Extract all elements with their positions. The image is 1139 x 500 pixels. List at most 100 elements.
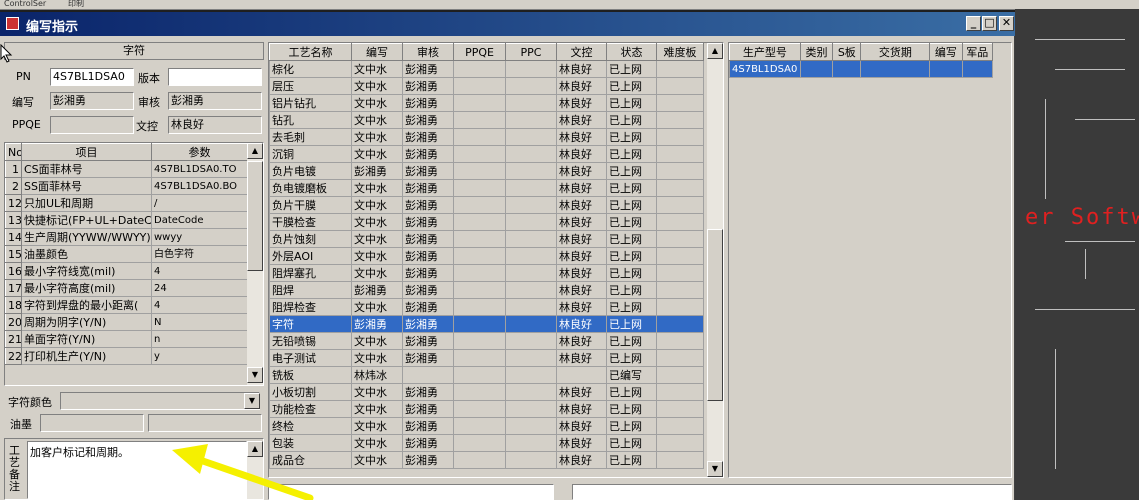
table-row[interactable]: 去毛刺 文中水 彭湘勇 林良好 已上网 [269, 128, 704, 146]
table-cell[interactable] [505, 94, 557, 112]
table-cell[interactable] [505, 383, 557, 401]
table-cell[interactable]: / [151, 194, 248, 212]
table-cell[interactable]: 已上网 [606, 247, 657, 265]
table-cell[interactable] [860, 60, 931, 78]
table-cell[interactable]: 小板切割 [269, 383, 352, 401]
table-cell[interactable]: 林良好 [556, 451, 607, 469]
table-cell[interactable]: 文中水 [351, 349, 403, 367]
table-cell[interactable]: 文中水 [351, 264, 403, 282]
table-cell[interactable] [505, 400, 557, 418]
table-cell[interactable]: 彭湘勇 [351, 315, 403, 333]
table-cell[interactable] [656, 281, 704, 299]
table-row[interactable]: 12 只加UL和周期 / [5, 194, 248, 212]
table-cell[interactable]: 负片蚀刻 [269, 230, 352, 248]
table-cell[interactable] [656, 417, 704, 435]
table-row[interactable]: 阻焊 彭湘勇 彭湘勇 林良好 已上网 [269, 281, 704, 299]
table-cell[interactable]: DateCode [151, 211, 248, 229]
table-cell[interactable]: 已上网 [606, 349, 657, 367]
table-cell[interactable] [656, 247, 704, 265]
table-row[interactable]: 功能检查 文中水 彭湘勇 林良好 已上网 [269, 400, 704, 418]
table-cell[interactable] [453, 366, 506, 384]
table-cell[interactable] [505, 196, 557, 214]
table-cell[interactable]: 文中水 [351, 179, 403, 197]
table-cell[interactable]: 林良好 [556, 179, 607, 197]
table-cell[interactable]: 字符 [269, 315, 352, 333]
table-cell[interactable] [505, 417, 557, 435]
table-cell[interactable] [656, 434, 704, 452]
table-cell[interactable]: 已上网 [606, 434, 657, 452]
table-cell[interactable]: 层压 [269, 77, 352, 95]
table-cell[interactable]: y [151, 347, 248, 365]
writer-field[interactable]: 彭湘勇 [50, 92, 134, 110]
table-cell[interactable] [505, 145, 557, 163]
bottom-field-2[interactable] [572, 484, 1012, 500]
column-header[interactable]: 状态 [606, 43, 657, 61]
table-cell[interactable]: SS面菲林号 [21, 177, 152, 195]
table-cell[interactable]: 彭湘勇 [402, 111, 454, 129]
table-cell[interactable]: 彭湘勇 [402, 400, 454, 418]
table-cell[interactable]: 最小字符高度(mil) [21, 279, 152, 297]
table-cell[interactable]: 彭湘勇 [402, 417, 454, 435]
table-cell[interactable]: 负片电镀 [269, 162, 352, 180]
table-cell[interactable] [961, 60, 994, 78]
table-cell[interactable]: 已上网 [606, 315, 657, 333]
table-row[interactable]: 负片干膜 文中水 彭湘勇 林良好 已上网 [269, 196, 704, 214]
table-cell[interactable]: 最小字符线宽(mil) [21, 262, 152, 280]
table-cell[interactable]: 文中水 [351, 196, 403, 214]
table-cell[interactable]: 已上网 [606, 451, 657, 469]
table-cell[interactable]: 林良好 [556, 230, 607, 248]
table-cell[interactable] [505, 315, 557, 333]
table-row[interactable]: 18 字符到焊盘的最小距离(4 [5, 296, 248, 314]
table-cell[interactable]: 已上网 [606, 94, 657, 112]
pn-field[interactable]: 4S7BL1DSA0 [50, 68, 134, 86]
column-header[interactable]: 交货期 [860, 43, 931, 61]
table-cell[interactable]: 4 [151, 296, 248, 314]
table-cell[interactable] [453, 60, 506, 78]
close-icon[interactable]: ✕ [999, 16, 1014, 31]
row-number[interactable]: 2 [5, 177, 22, 195]
table-cell[interactable]: 已上网 [606, 213, 657, 231]
table-row[interactable]: 无铅喷锡 文中水 彭湘勇 林良好 已上网 [269, 332, 704, 350]
table-cell[interactable]: 已上网 [606, 145, 657, 163]
table-cell[interactable]: 阻焊 [269, 281, 352, 299]
table-cell[interactable]: 彭湘勇 [402, 451, 454, 469]
table-cell[interactable]: 已上网 [606, 60, 657, 78]
table-row[interactable]: 棕化 文中水 彭湘勇 林良好 已上网 [269, 60, 704, 78]
table-cell[interactable] [656, 230, 704, 248]
table-cell[interactable] [453, 451, 506, 469]
table-cell[interactable] [453, 349, 506, 367]
table-cell[interactable]: 彭湘勇 [402, 77, 454, 95]
table-cell[interactable]: 4S7BL1DSA0.BO [151, 177, 248, 195]
table-cell[interactable]: N [151, 313, 248, 331]
table-row[interactable]: 电子测试 文中水 彭湘勇 林良好 已上网 [269, 349, 704, 367]
table-cell[interactable] [453, 94, 506, 112]
ink-field-1[interactable] [40, 414, 144, 432]
scroll-up-icon[interactable]: ▲ [707, 43, 723, 59]
table-cell[interactable]: 去毛刺 [269, 128, 352, 146]
column-header[interactable]: 军品 [961, 43, 994, 61]
column-header[interactable]: S板 [832, 43, 862, 61]
table-cell[interactable]: 彭湘勇 [402, 383, 454, 401]
table-cell[interactable]: 已上网 [606, 332, 657, 350]
table-row[interactable]: 小板切割 文中水 彭湘勇 林良好 已上网 [269, 383, 704, 401]
table-cell[interactable] [505, 434, 557, 452]
table-cell[interactable]: 彭湘勇 [351, 162, 403, 180]
column-header[interactable]: 生产型号 [729, 43, 801, 61]
table-row[interactable]: 15 油墨颜色 白色字符 [5, 245, 248, 263]
table-cell[interactable]: 字符到焊盘的最小距离( [21, 296, 152, 314]
version-field[interactable] [168, 68, 262, 86]
table-cell[interactable] [505, 281, 557, 299]
process-grid[interactable]: 工艺名称 编写 审核 PPQE PPC 文控 状态 难度板 棕化 文中水 彭湘勇 林良… [268, 42, 724, 478]
reviewer-field[interactable]: 彭湘勇 [168, 92, 262, 110]
row-number[interactable]: 14 [5, 228, 22, 246]
table-cell[interactable]: 白色字符 [151, 245, 248, 263]
table-cell[interactable]: 林良好 [556, 298, 607, 316]
table-cell[interactable] [453, 383, 506, 401]
table-row[interactable]: 成品仓 文中水 彭湘勇 林良好 已上网 [269, 451, 704, 469]
table-cell[interactable] [656, 298, 704, 316]
table-cell[interactable]: 负片干膜 [269, 196, 352, 214]
row-number[interactable]: 18 [5, 296, 22, 314]
table-cell[interactable] [453, 434, 506, 452]
table-cell[interactable] [453, 111, 506, 129]
table-cell[interactable]: 文中水 [351, 417, 403, 435]
